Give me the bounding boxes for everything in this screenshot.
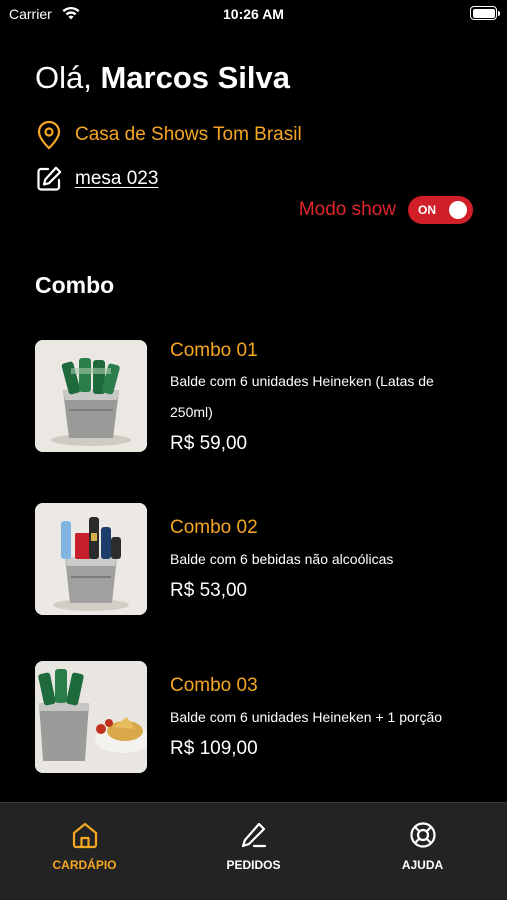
battery-icon <box>470 6 500 20</box>
section-title: Combo <box>35 272 115 298</box>
edit-icon <box>37 166 62 191</box>
tab-ajuda[interactable]: AJUDA <box>338 803 507 900</box>
show-mode-label: Modo show <box>298 199 396 220</box>
show-mode-toggle[interactable]: ON <box>408 196 473 224</box>
combo-image <box>35 503 147 615</box>
toggle-knob <box>449 201 467 219</box>
combo-title: Combo 03 <box>170 675 258 696</box>
combo-title: Combo 02 <box>170 517 258 538</box>
greeting-prefix: Olá, <box>35 60 101 95</box>
combo-item[interactable]: Combo 01 Balde com 6 unidades Heineken (… <box>35 340 480 454</box>
location-pin-icon <box>37 120 61 150</box>
tab-label: CARDÁPIO <box>52 858 117 872</box>
combo-description: Balde com 6 unidades Heineken + 1 porção <box>170 709 443 725</box>
greeting: Olá, Marcos Silva <box>35 60 290 96</box>
status-clock: 10:26 AM <box>223 6 284 22</box>
combo-image <box>35 661 147 773</box>
tab-pedidos[interactable]: PEDIDOS <box>169 803 338 900</box>
tab-label: PEDIDOS <box>226 858 281 872</box>
combo-description: Balde com 6 unidades Heineken (Latas de … <box>170 373 434 420</box>
combo-price: R$ 59,00 <box>170 433 248 454</box>
toggle-state-label: ON <box>418 203 436 217</box>
combo-item[interactable]: Combo 03 Balde com 6 unidades Heineken +… <box>35 661 480 773</box>
venue-name: Casa de Shows Tom Brasil <box>75 124 302 145</box>
pencil-icon <box>241 822 266 848</box>
tab-bar: CARDÁPIO PEDIDOS AJUDA <box>0 802 507 900</box>
venue-row[interactable]: Casa de Shows Tom Brasil <box>35 120 302 150</box>
lifebuoy-icon <box>409 822 436 848</box>
status-bar: Carrier 10:26 AM <box>0 0 507 28</box>
tab-label: AJUDA <box>401 858 444 872</box>
combo-price: R$ 109,00 <box>170 738 258 759</box>
combo-item[interactable]: Combo 02 Balde com 6 bebidas não alcoóli… <box>35 503 480 615</box>
combo-image <box>35 340 147 452</box>
table-number[interactable]: mesa 023 <box>75 168 158 190</box>
tab-cardapio[interactable]: CARDÁPIO <box>0 803 169 900</box>
combo-price: R$ 53,00 <box>170 580 248 601</box>
table-row-link[interactable]: mesa 023 <box>35 165 158 193</box>
home-icon <box>72 822 97 849</box>
combo-title: Combo 01 <box>170 340 258 361</box>
user-name: Marcos Silva <box>100 60 291 95</box>
show-mode-row: Modo show ON <box>299 196 473 224</box>
combo-description: Balde com 6 bebidas não alcoólicas <box>170 551 394 567</box>
